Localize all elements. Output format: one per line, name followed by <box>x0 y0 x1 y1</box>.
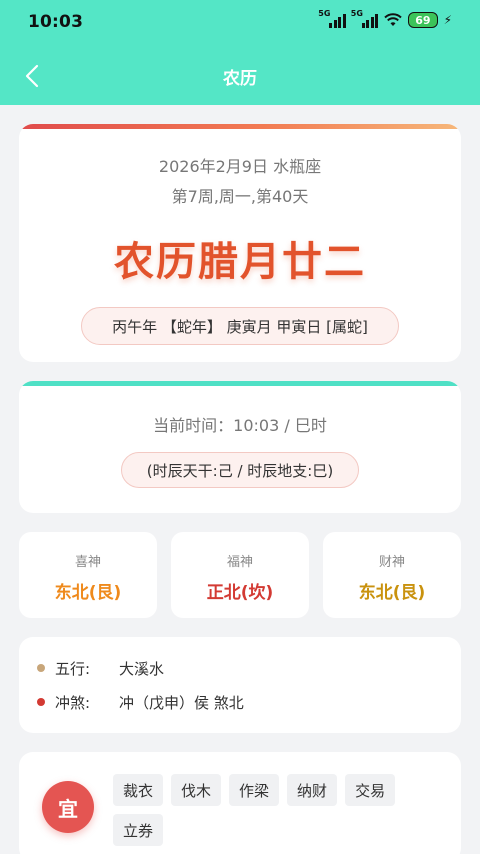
yi-tag: 交易 <box>345 774 396 806</box>
chevron-left-icon <box>25 64 39 88</box>
status-time: 10:03 <box>28 12 84 32</box>
yi-card: 宜 裁衣 伐木 作梁 纳财 交易 立券 <box>19 752 461 854</box>
wuxing-row: 五行: 大溪水 <box>37 651 443 685</box>
god-direction: 东北(艮) <box>358 583 426 603</box>
god-title: 财神 <box>378 555 405 570</box>
yi-tag-list: 裁衣 伐木 作梁 纳财 交易 立券 <box>113 774 433 846</box>
god-card-fushen: 福神 正北(坎) <box>171 532 309 618</box>
yi-tag: 作梁 <box>229 774 280 806</box>
signal-icon-2: 5G <box>351 9 379 28</box>
status-icons: 5G 5G 69 ⚡ <box>318 9 452 28</box>
status-bar: 10:03 5G 5G 69 ⚡ <box>0 0 480 44</box>
chongsha-row: 冲煞: 冲（戊申）侯 煞北 <box>37 685 443 719</box>
yi-badge: 宜 <box>42 781 94 833</box>
lunar-date: 农历腊月廿二 <box>114 239 366 285</box>
wifi-icon <box>384 13 402 26</box>
card-accent-bar <box>19 381 461 386</box>
info-label: 五行: <box>55 659 91 678</box>
charging-icon: ⚡ <box>443 13 452 27</box>
god-title: 福神 <box>226 555 253 570</box>
god-card-caishen: 财神 东北(艮) <box>323 532 461 618</box>
info-value: 冲（戊申）侯 煞北 <box>119 693 244 712</box>
god-card-xishen: 喜神 东北(艮) <box>19 532 157 618</box>
ganzhi-badge: 丙午年 【蛇年】 庚寅月 甲寅日 [属蛇] <box>81 307 399 345</box>
bullet-dot-icon <box>37 664 45 672</box>
info-value: 大溪水 <box>119 659 165 678</box>
lunar-date-card: 2026年2月9日 水瓶座 第7周,周一,第40天 农历腊月廿二 丙午年 【蛇年… <box>19 124 461 362</box>
page-title: 农历 <box>223 68 257 89</box>
yi-tag: 裁衣 <box>113 774 164 806</box>
current-time: 当前时间：10:03 / 巳时 <box>153 416 327 435</box>
yi-tag: 立券 <box>113 814 164 846</box>
week-info: 第7周,周一,第40天 <box>171 187 309 206</box>
app-header: 10:03 5G 5G 69 ⚡ 农历 <box>0 0 480 105</box>
nav-bar: 农历 <box>0 52 480 100</box>
back-button[interactable] <box>18 62 46 90</box>
signal-icon: 5G <box>318 9 346 28</box>
yi-tag: 伐木 <box>171 774 222 806</box>
bullet-dot-icon <box>37 698 45 706</box>
god-direction: 东北(艮) <box>54 583 122 603</box>
card-accent-bar <box>19 124 461 129</box>
info-card: 五行: 大溪水 冲煞: 冲（戊申）侯 煞北 <box>19 637 461 733</box>
info-label: 冲煞: <box>55 693 91 712</box>
god-direction: 正北(坎) <box>206 583 274 603</box>
yi-tag: 纳财 <box>287 774 338 806</box>
solar-date: 2026年2月9日 水瓶座 <box>158 157 322 176</box>
shichen-badge: (时辰天干:己 / 时辰地支:巳) <box>121 452 359 488</box>
time-card: 当前时间：10:03 / 巳时 (时辰天干:己 / 时辰地支:巳) <box>19 381 461 513</box>
god-title: 喜神 <box>74 555 101 570</box>
battery-icon: 69 <box>408 12 438 28</box>
